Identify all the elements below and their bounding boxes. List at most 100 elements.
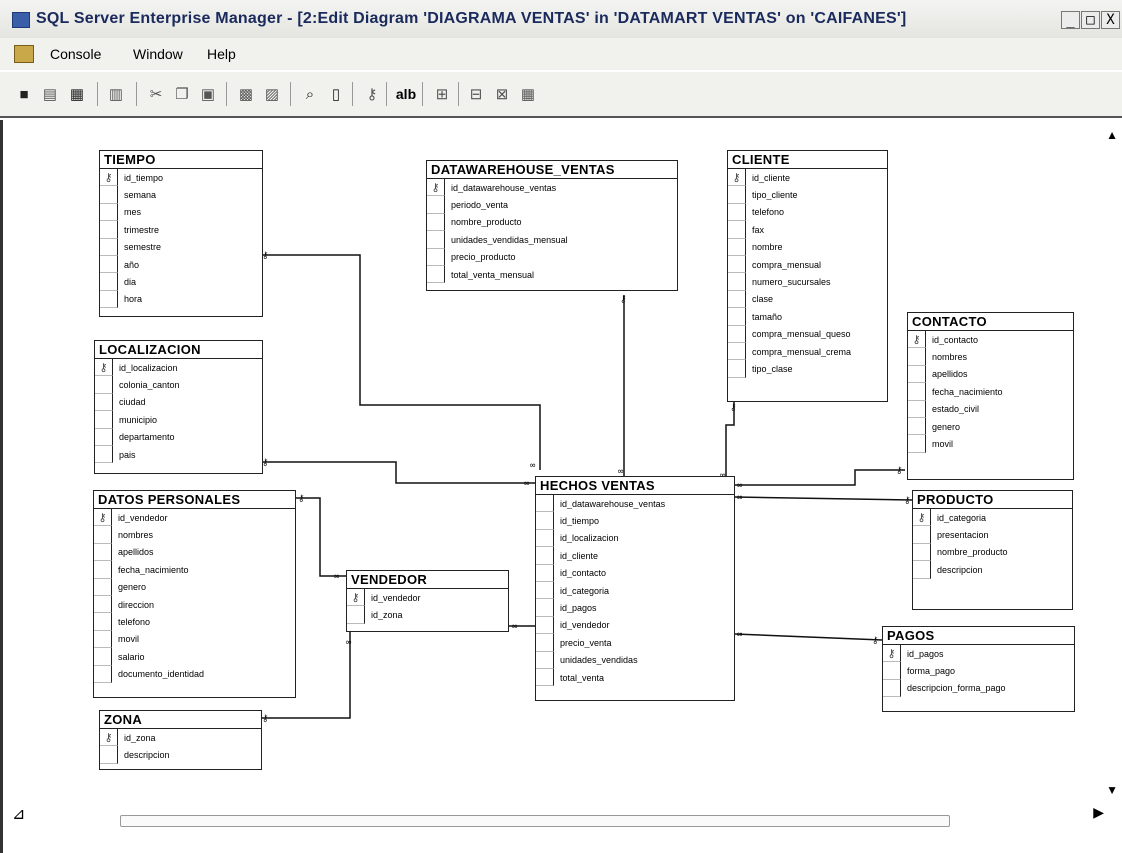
table-hechos-ventas[interactable]: HECHOS VENTAS id_datawarehouse_ventas id_t… [535, 476, 735, 701]
column-row[interactable]: ⚷ id_datawarehouse_ventas [427, 179, 677, 197]
column-row[interactable]: id_contacto [536, 564, 734, 582]
column-row[interactable]: hora [100, 290, 262, 309]
row-selector[interactable] [908, 365, 926, 384]
row-selector[interactable] [728, 221, 746, 239]
table-localizacion[interactable]: LOCALIZACION ⚷ id_localizacion colonia_cant… [94, 340, 263, 474]
column-row[interactable]: presentacion [913, 526, 1072, 544]
row-selector[interactable] [536, 529, 554, 548]
row-selector[interactable] [427, 231, 445, 249]
row-selector[interactable] [913, 526, 931, 544]
column-row[interactable]: fecha_nacimiento [908, 383, 1073, 401]
row-selector[interactable] [427, 213, 445, 232]
column-row[interactable]: id_pagos [536, 599, 734, 617]
primary-key-icon[interactable]: ⚷ [908, 331, 926, 349]
row-selector[interactable] [728, 342, 746, 361]
column-row[interactable]: pais [95, 445, 262, 464]
column-row[interactable]: id_tiempo [536, 512, 734, 530]
column-row[interactable]: periodo_venta [427, 196, 677, 214]
column-row[interactable]: nombre [728, 238, 887, 256]
primary-key-icon[interactable]: ⚷ [95, 359, 113, 377]
column-row[interactable]: ⚷ id_zona [100, 729, 261, 747]
scroll-right-arrow-icon[interactable]: ▶ [1093, 804, 1104, 821]
column-row[interactable]: id_localizacion [536, 529, 734, 548]
row-selector[interactable] [536, 616, 554, 635]
column-row[interactable]: genero [908, 417, 1073, 436]
column-row[interactable]: id_vendedor [536, 616, 734, 635]
row-selector[interactable] [427, 265, 445, 284]
row-selector[interactable] [100, 290, 118, 309]
row-selector[interactable] [908, 417, 926, 436]
column-row[interactable]: ⚷ id_localizacion [95, 359, 262, 377]
row-selector[interactable] [427, 248, 445, 266]
column-row[interactable]: municipio [95, 411, 262, 429]
row-selector[interactable] [427, 196, 445, 214]
column-row[interactable]: descripcion [100, 746, 261, 764]
column-row[interactable]: tipo_cliente [728, 186, 887, 204]
column-row[interactable]: ciudad [95, 393, 262, 412]
row-selector[interactable] [94, 630, 112, 649]
column-row[interactable]: compra_mensual [728, 255, 887, 274]
row-selector[interactable] [536, 495, 554, 513]
column-row[interactable]: id_categoria [536, 581, 734, 600]
row-selector[interactable] [95, 445, 113, 464]
column-row[interactable]: ⚷ id_categoria [913, 509, 1072, 527]
primary-key-icon[interactable]: ⚷ [427, 179, 445, 197]
column-row[interactable]: ⚷ id_pagos [883, 645, 1074, 663]
column-row[interactable]: salario [94, 648, 295, 666]
column-row[interactable]: ⚷ id_vendedor [94, 509, 295, 527]
column-row[interactable]: direccion [94, 595, 295, 614]
table-datawarehouse-ventas[interactable]: DATAWAREHOUSE_VENTAS ⚷ id_datawarehouse_ve… [426, 160, 678, 291]
column-row[interactable]: nombres [908, 348, 1073, 366]
row-selector[interactable] [94, 578, 112, 596]
column-row[interactable]: documento_identidad [94, 665, 295, 683]
column-row[interactable]: ⚷ id_vendedor [347, 589, 508, 607]
row-selector[interactable] [536, 651, 554, 669]
column-row[interactable]: ⚷ id_cliente [728, 169, 887, 187]
column-row[interactable]: nombre_producto [913, 543, 1072, 562]
column-row[interactable]: forma_pago [883, 662, 1074, 680]
column-row[interactable]: apellidos [94, 543, 295, 562]
column-row[interactable]: descripcion [913, 561, 1072, 579]
scroll-down-arrow-icon[interactable]: ▼ [1106, 783, 1118, 797]
row-selector[interactable] [908, 383, 926, 401]
row-selector[interactable] [100, 238, 118, 256]
scroll-up-arrow-icon[interactable]: ▲ [1106, 128, 1118, 142]
primary-key-icon[interactable]: ⚷ [883, 645, 901, 663]
column-row[interactable]: trimestre [100, 221, 262, 239]
column-row[interactable]: total_venta [536, 668, 734, 687]
column-row[interactable]: unidades_vendidas_mensual [427, 231, 677, 249]
column-row[interactable]: telefono [728, 203, 887, 222]
row-selector[interactable] [100, 255, 118, 274]
row-selector[interactable] [94, 665, 112, 683]
row-selector[interactable] [913, 561, 931, 579]
table-cliente[interactable]: CLIENTE ⚷ id_cliente tipo_cliente telefono fa… [727, 150, 888, 402]
table-vendedor[interactable]: VENDEDOR ⚷ id_vendedor id_zona [346, 570, 509, 632]
row-selector[interactable] [728, 308, 746, 326]
column-row[interactable]: nombres [94, 526, 295, 544]
column-row[interactable]: movil [94, 630, 295, 649]
column-row[interactable]: año [100, 255, 262, 274]
row-selector[interactable] [100, 273, 118, 291]
row-selector[interactable] [95, 376, 113, 394]
column-row[interactable]: compra_mensual_queso [728, 325, 887, 343]
row-selector[interactable] [908, 348, 926, 366]
column-row[interactable]: nombre_producto [427, 213, 677, 232]
column-row[interactable]: tamaño [728, 308, 887, 326]
column-row[interactable]: id_zona [347, 606, 508, 624]
row-selector[interactable] [883, 679, 901, 698]
row-selector[interactable] [728, 360, 746, 378]
row-selector[interactable] [728, 238, 746, 256]
row-selector[interactable] [95, 393, 113, 412]
column-row[interactable]: dia [100, 273, 262, 291]
column-row[interactable]: colonia_canton [95, 376, 262, 394]
row-selector[interactable] [536, 581, 554, 600]
column-row[interactable]: ⚷ id_contacto [908, 331, 1073, 349]
row-selector[interactable] [536, 599, 554, 617]
row-selector[interactable] [536, 547, 554, 565]
row-selector[interactable] [728, 290, 746, 309]
primary-key-icon[interactable]: ⚷ [728, 169, 746, 187]
row-selector[interactable] [728, 203, 746, 222]
row-selector[interactable] [728, 255, 746, 274]
row-selector[interactable] [728, 186, 746, 204]
table-zona[interactable]: ZONA ⚷ id_zona descripcion [99, 710, 262, 770]
